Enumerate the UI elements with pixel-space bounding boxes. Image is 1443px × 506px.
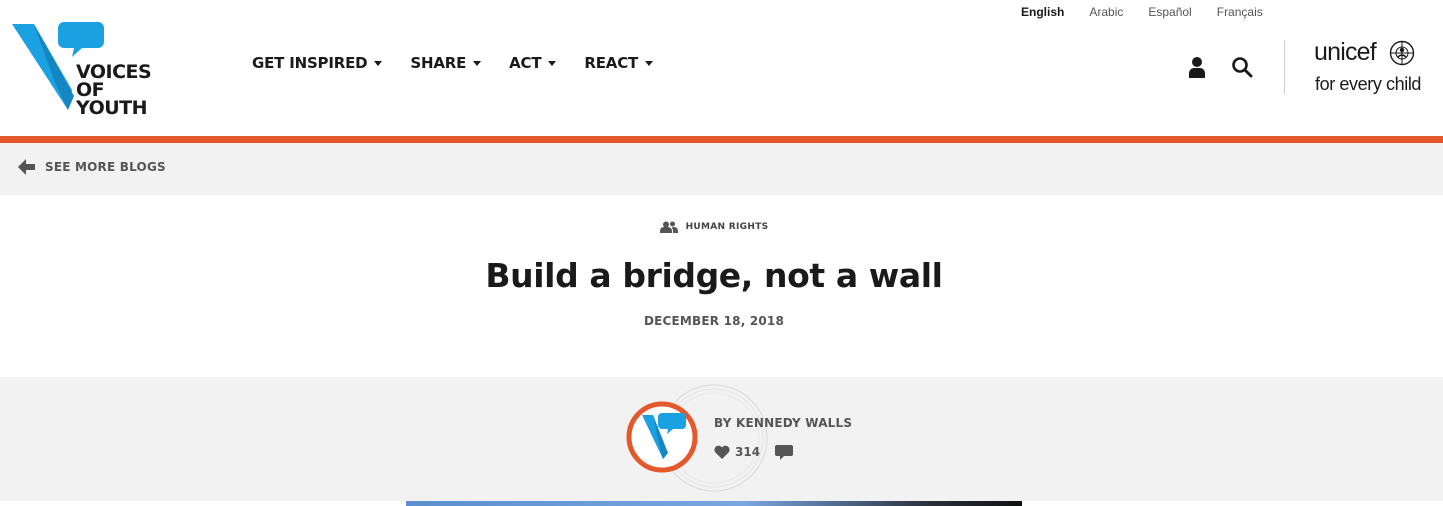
engagement-stats: 314 [714, 444, 794, 460]
see-more-blogs-label: SEE MORE BLOGS [45, 160, 166, 174]
people-icon [659, 221, 678, 233]
lang-francais[interactable]: Français [1217, 5, 1263, 19]
accent-bar [0, 136, 1443, 143]
nav-share-label: SHARE [410, 54, 467, 72]
logo-wordmark: VOICES OF YOUTH [76, 61, 152, 119]
lang-arabic[interactable]: Arabic [1089, 5, 1123, 19]
nav-act-label: ACT [509, 54, 542, 72]
unicef-globe-icon [1389, 40, 1415, 66]
category-tag[interactable]: HUMAN RIGHTS [0, 221, 1428, 233]
lang-espanol[interactable]: Español [1148, 5, 1191, 19]
arrow-left-icon [18, 159, 35, 175]
unicef-tagline: for every child [1315, 74, 1422, 94]
breadcrumb: SEE MORE BLOGS [0, 143, 1443, 195]
nav-share[interactable]: SHARE [410, 54, 482, 72]
avatar[interactable] [622, 383, 772, 493]
user-account-icon[interactable] [1187, 56, 1207, 78]
lang-english[interactable]: English [1021, 5, 1064, 19]
nav-react-label: REACT [584, 54, 639, 72]
like-button[interactable]: 314 [714, 445, 760, 459]
search-icon[interactable] [1231, 56, 1253, 78]
caret-down-icon [548, 60, 557, 66]
author-name[interactable]: BY KENNEDY WALLS [714, 416, 852, 430]
hero-image [406, 501, 1022, 506]
unicef-wordmark: unicef [1314, 38, 1377, 66]
header-divider [1284, 40, 1285, 94]
publish-date: DECEMBER 18, 2018 [643, 314, 785, 328]
nav-get-inspired-label: GET INSPIRED [252, 54, 368, 72]
author-section: BY KENNEDY WALLS 314 [0, 377, 1443, 501]
language-switcher: English Arabic Español Français [1021, 4, 1288, 20]
article-header: HUMAN RIGHTS Build a bridge, not a wall … [0, 195, 1443, 377]
author-avatar-icon [626, 384, 768, 492]
caret-down-icon [374, 60, 383, 66]
voices-of-youth-logo[interactable]: VOICES OF YOUTH [12, 18, 162, 119]
category-label: HUMAN RIGHTS [685, 222, 769, 232]
site-header: English Arabic Español Français VOICES O… [0, 0, 1443, 136]
unicef-logo[interactable]: unicef for every child [1314, 38, 1422, 96]
nav-act[interactable]: ACT [509, 54, 557, 72]
caret-down-icon [473, 60, 482, 66]
main-nav: GET INSPIRED SHARE ACT REACT [252, 52, 681, 74]
article-title: Build a bridge, not a wall [485, 256, 943, 295]
like-count: 314 [735, 445, 761, 459]
nav-react[interactable]: REACT [584, 54, 654, 72]
see-more-blogs-link[interactable]: SEE MORE BLOGS [18, 159, 166, 175]
comment-icon[interactable] [775, 444, 794, 460]
caret-down-icon [645, 60, 654, 66]
nav-get-inspired[interactable]: GET INSPIRED [252, 54, 383, 72]
heart-icon [714, 445, 730, 459]
